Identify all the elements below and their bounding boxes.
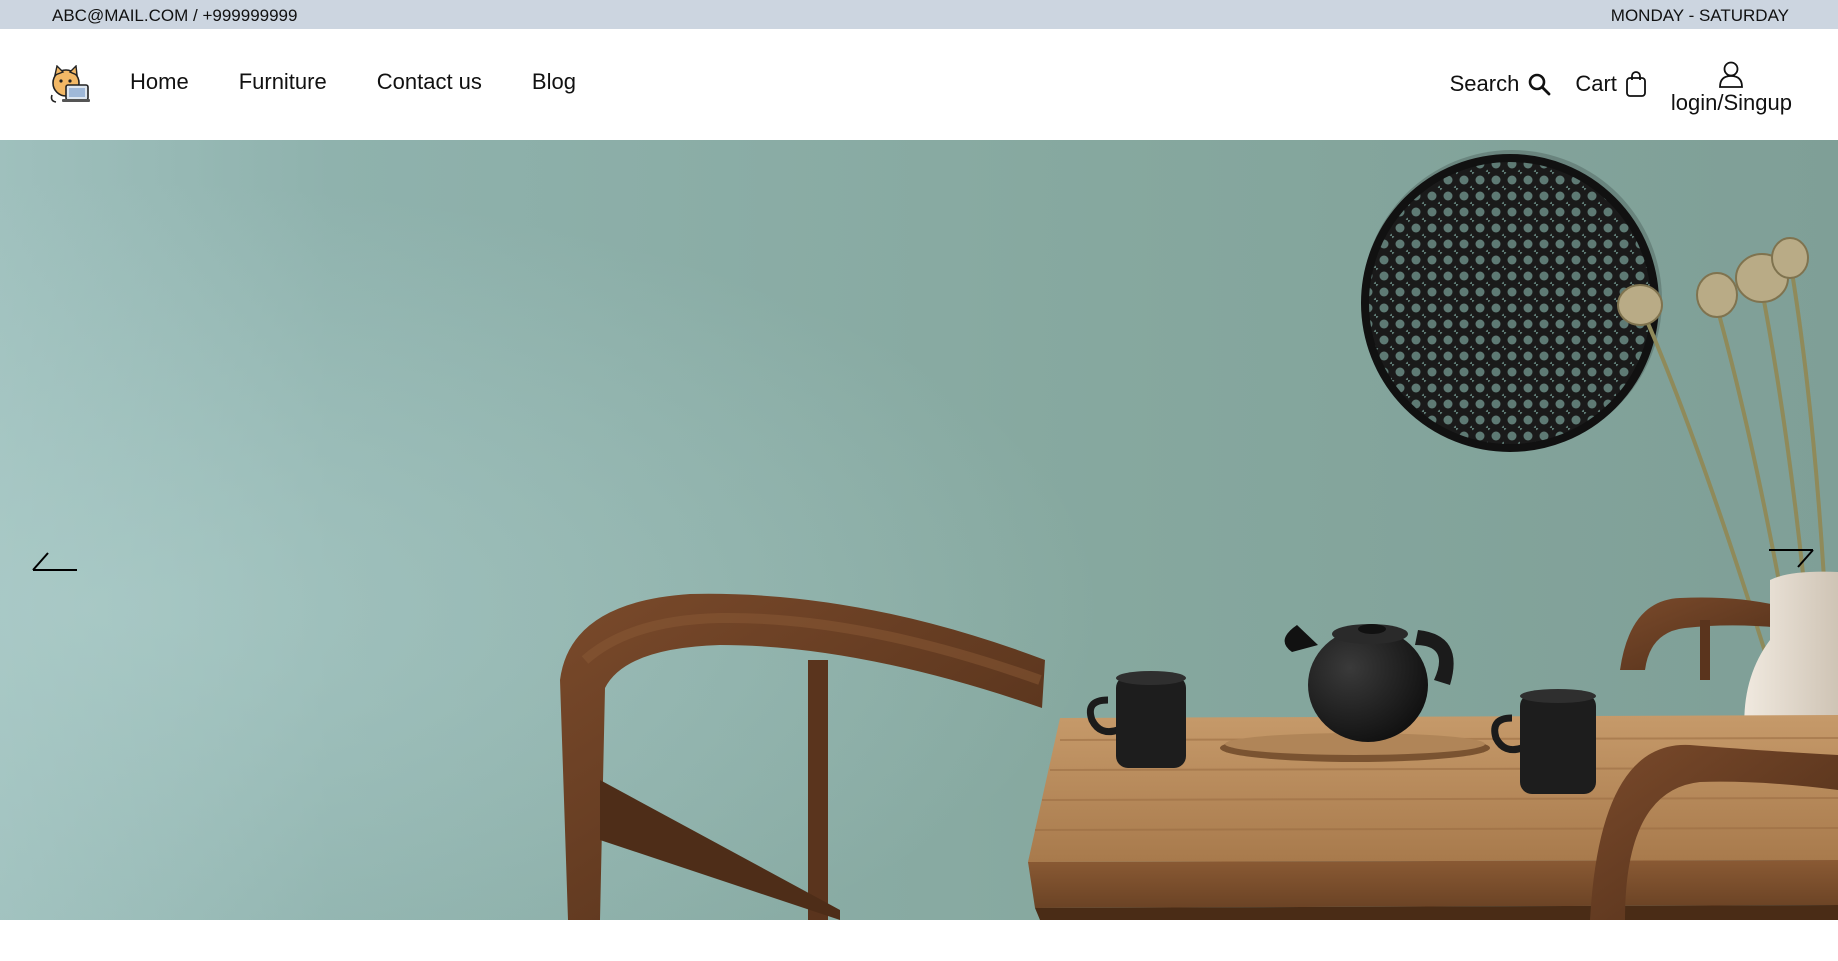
arrow-right-icon[interactable] (1766, 545, 1816, 575)
top-info-bar: ABC@MAIL.COM / +999999999 MONDAY - SATUR… (0, 0, 1838, 29)
search-button[interactable]: Search (1450, 71, 1552, 97)
header-actions: Search Cart login/Singup (1450, 39, 1792, 129)
user-icon (1718, 60, 1744, 88)
primary-nav: Home Furniture Contact us Blog (130, 69, 576, 95)
shopping-bag-icon (1625, 70, 1647, 98)
business-hours: MONDAY - SATURDAY (1610, 6, 1789, 25)
login-label: login/Singup (1670, 90, 1792, 115)
nav-home[interactable]: Home (130, 69, 189, 95)
search-label: Search (1449, 71, 1520, 96)
hero-carousel (0, 140, 1838, 920)
nav-contact-us[interactable]: Contact us (377, 69, 482, 95)
search-icon (1527, 72, 1551, 96)
nav-blog[interactable]: Blog (532, 69, 576, 95)
dining-room-teal-wall-photo (0, 140, 1838, 920)
cart-label: Cart (1575, 71, 1617, 96)
login-signup-button[interactable]: login/Singup (1671, 60, 1792, 116)
contact-info: ABC@MAIL.COM / +999999999 (52, 6, 298, 25)
cat-laptop-logo-icon[interactable] (48, 64, 92, 105)
arrow-left-icon[interactable] (30, 545, 80, 575)
main-navbar: Home Furniture Contact us Blog Search Ca… (0, 29, 1838, 140)
cart-button[interactable]: Cart (1575, 70, 1647, 98)
nav-furniture[interactable]: Furniture (239, 69, 327, 95)
